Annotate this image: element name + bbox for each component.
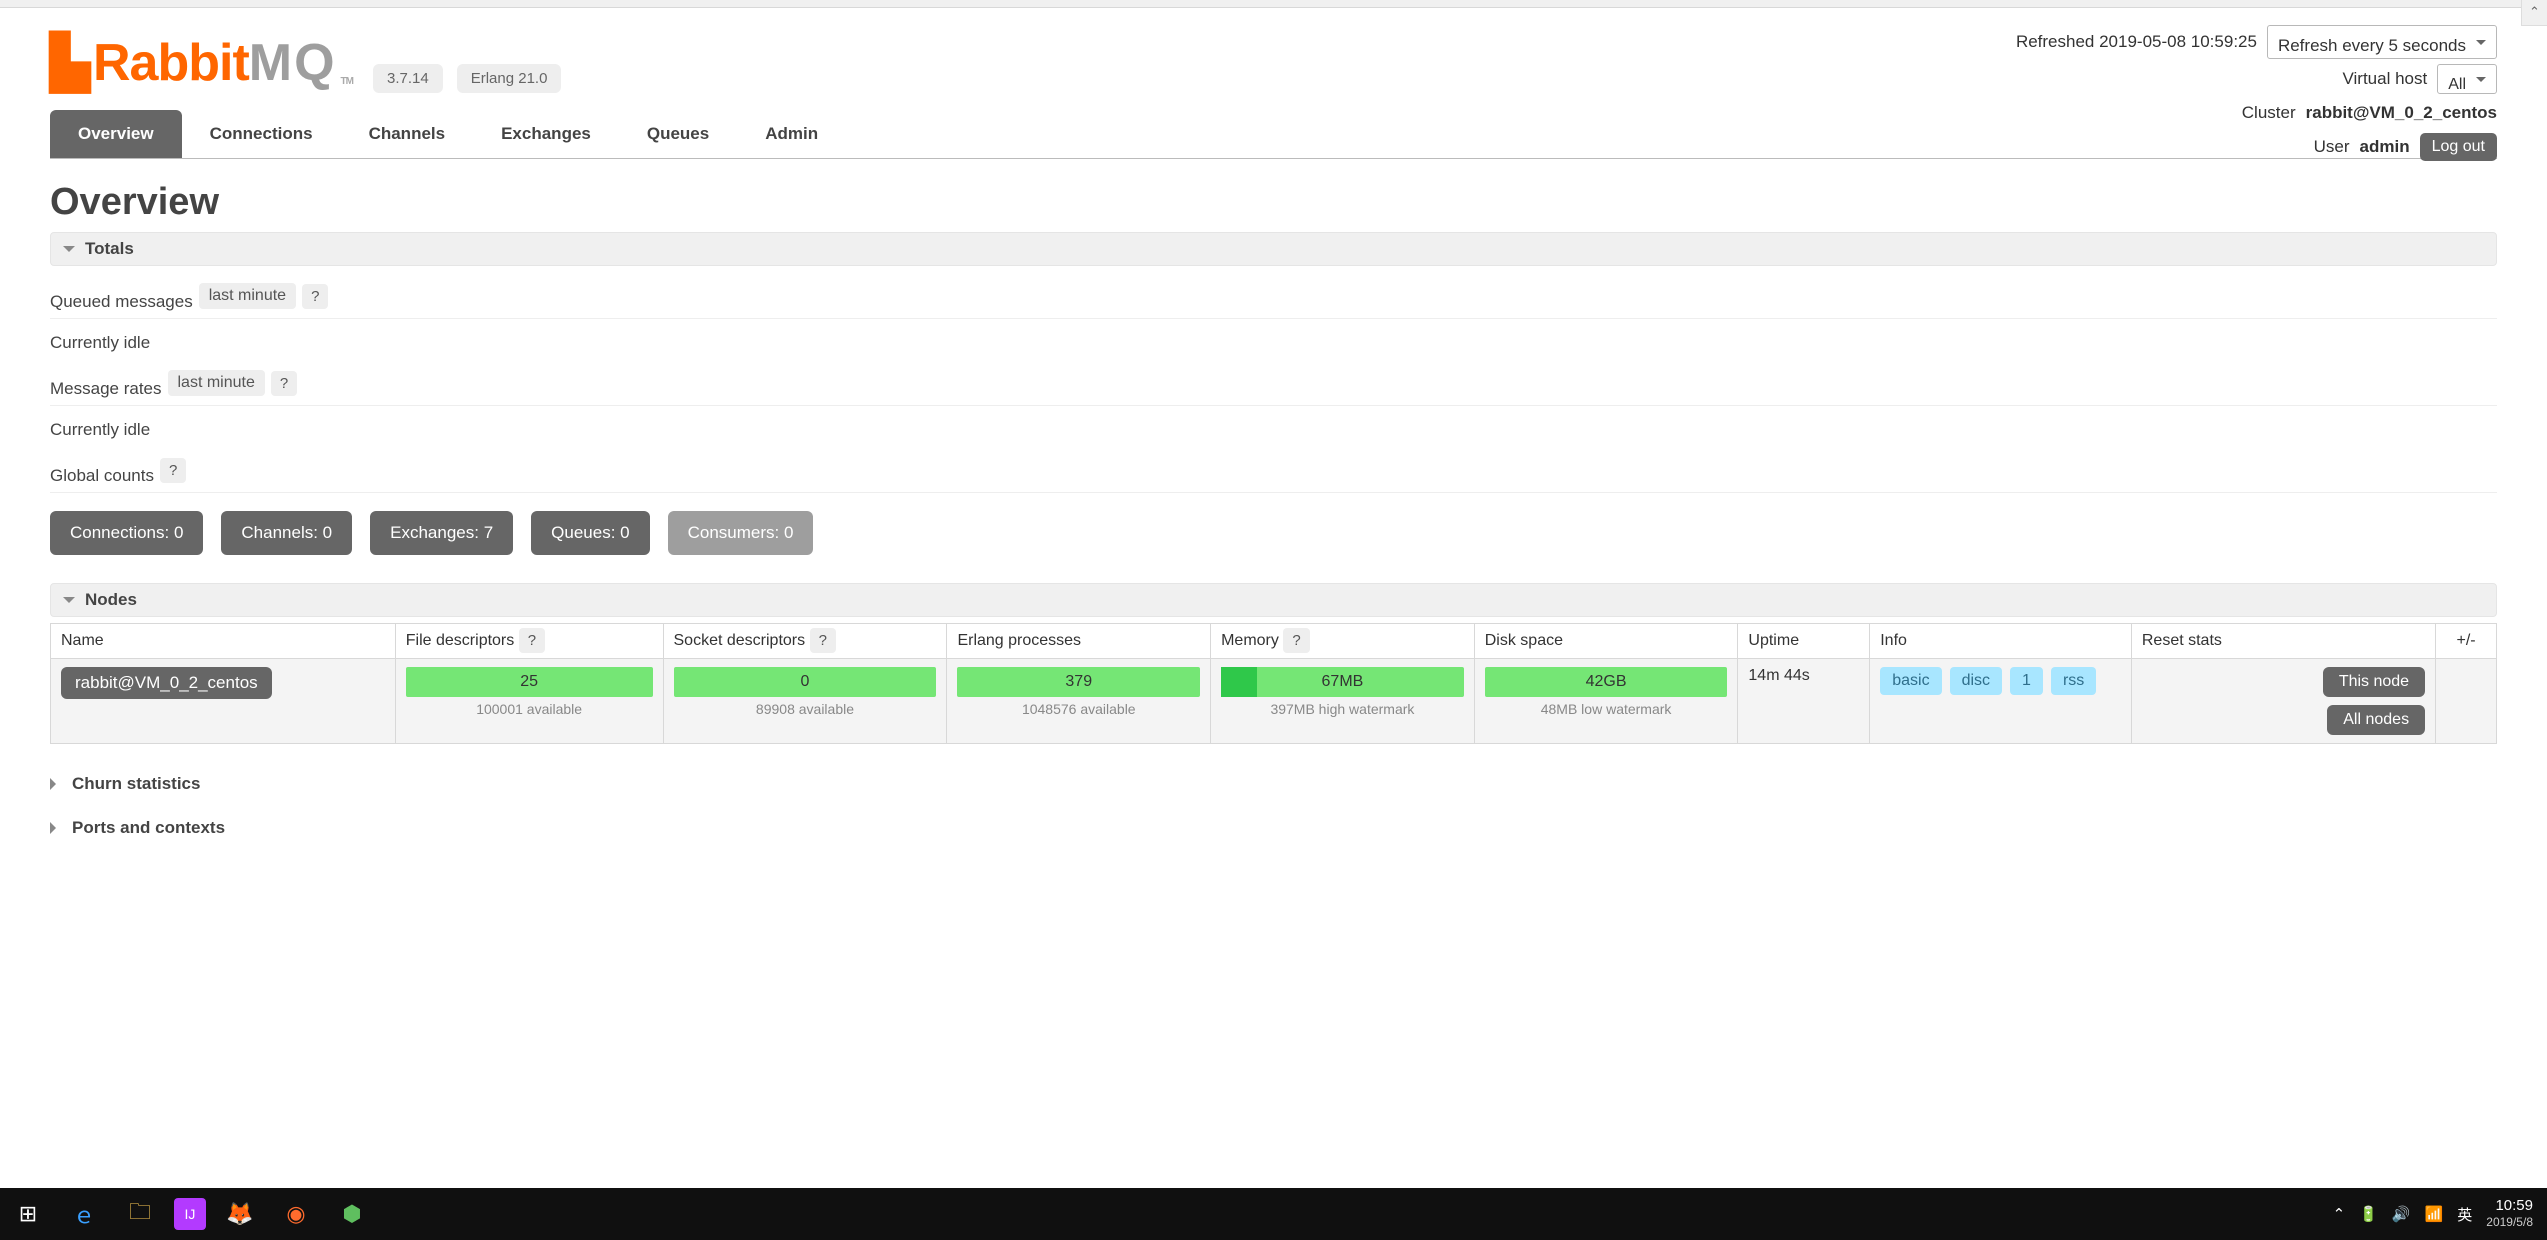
sd-bar: 0 (674, 667, 937, 697)
tab-admin[interactable]: Admin (737, 110, 846, 158)
logout-button[interactable]: Log out (2420, 133, 2497, 161)
version-erlang: Erlang 21.0 (457, 64, 562, 93)
logo-tm: TM (341, 76, 353, 87)
cluster-name: rabbit@VM_0_2_centos (2306, 97, 2497, 129)
rabbit-logo-icon: ▙ (50, 33, 89, 93)
tray-clock[interactable]: 10:59 2019/5/8 (2486, 1198, 2539, 1230)
chevron-down-icon (63, 246, 75, 258)
ep-bar: 379 (957, 667, 1200, 697)
tray-battery-icon[interactable]: 🔋 (2359, 1205, 2378, 1223)
message-rates-range[interactable]: last minute (168, 370, 265, 396)
th-info[interactable]: Info (1870, 624, 2132, 659)
info-tag-rss[interactable]: rss (2051, 667, 2096, 695)
count-consumers[interactable]: Consumers: 0 (668, 511, 814, 555)
tab-connections[interactable]: Connections (182, 110, 341, 158)
ds-bar: 42GB (1485, 667, 1728, 697)
rabbitmq-logo[interactable]: ▙ RabbitMQ TM (50, 33, 353, 93)
taskbar-app-icon[interactable]: ◉ (274, 1192, 318, 1236)
th-fd[interactable]: File descriptors ? (395, 624, 663, 659)
windows-taskbar: ⊞ ｅ 🗀 IJ 🦊 ◉ ⬢ ⌃ 🔋 🔊 📶 英 10:59 2019/5/8 (0, 1188, 2547, 1240)
count-channels[interactable]: Channels: 0 (221, 511, 352, 555)
cluster-label: Cluster (2242, 97, 2296, 129)
fd-subtext: 100001 available (406, 701, 653, 717)
global-counts-help[interactable]: ? (160, 458, 186, 483)
node-name-link[interactable]: rabbit@VM_0_2_centos (61, 667, 272, 699)
queued-messages-label: Queued messages (50, 292, 193, 312)
vhost-select[interactable]: All (2437, 64, 2497, 94)
section-totals-header[interactable]: Totals (50, 232, 2497, 266)
queued-messages-help[interactable]: ? (302, 284, 328, 309)
logo-text-mq: MQ (249, 33, 337, 93)
count-connections[interactable]: Connections: 0 (50, 511, 203, 555)
th-name[interactable]: Name (51, 624, 396, 659)
tab-overview[interactable]: Overview (50, 110, 182, 158)
user-label: User (2314, 131, 2350, 163)
taskbar-explorer-icon[interactable]: 🗀 (118, 1192, 162, 1236)
global-counts-row: Connections: 0 Channels: 0 Exchanges: 7 … (50, 511, 2497, 555)
section-nodes-header[interactable]: Nodes (50, 583, 2497, 617)
uptime-cell: 14m 44s (1738, 659, 1870, 744)
taskbar-intellij-icon[interactable]: IJ (174, 1198, 206, 1230)
taskbar-edge-icon[interactable]: ｅ (62, 1192, 106, 1236)
message-rates-idle: Currently idle (50, 420, 2497, 440)
queued-messages-range[interactable]: last minute (199, 283, 296, 309)
section-churn-header[interactable]: Churn statistics (50, 766, 2497, 802)
global-counts-label: Global counts (50, 466, 154, 486)
tab-channels[interactable]: Channels (341, 110, 474, 158)
tray-volume-icon[interactable]: 🔊 (2392, 1205, 2411, 1223)
queued-messages-idle: Currently idle (50, 333, 2497, 353)
refresh-interval-select[interactable]: Refresh every 5 seconds (2267, 25, 2497, 59)
ep-subtext: 1048576 available (957, 701, 1200, 717)
th-reset[interactable]: Reset stats (2131, 624, 2435, 659)
sd-help[interactable]: ? (810, 628, 836, 653)
chevron-down-icon (63, 597, 75, 609)
count-exchanges[interactable]: Exchanges: 7 (370, 511, 513, 555)
user-name: admin (2360, 131, 2410, 163)
tray-ime-indicator[interactable]: 英 (2457, 1204, 2472, 1225)
fd-help[interactable]: ? (519, 628, 545, 653)
reset-all-nodes-button[interactable]: All nodes (2327, 705, 2425, 735)
info-tag-1[interactable]: 1 (2010, 667, 2043, 695)
mem-subtext: 397MB high watermark (1221, 701, 1464, 717)
th-plusminus[interactable]: +/- (2436, 624, 2497, 659)
scrollbar-up-icon[interactable]: ⌃ (2521, 0, 2547, 26)
th-uptime[interactable]: Uptime (1738, 624, 1870, 659)
th-mem[interactable]: Memory ? (1211, 624, 1475, 659)
tray-wifi-icon[interactable]: 📶 (2425, 1205, 2444, 1223)
chevron-right-icon (50, 778, 62, 790)
sd-subtext: 89908 available (674, 701, 937, 717)
logo-text-rabbit: Rabbit (93, 33, 249, 93)
tab-queues[interactable]: Queues (619, 110, 737, 158)
section-ports-header[interactable]: Ports and contexts (50, 810, 2497, 846)
message-rates-label: Message rates (50, 379, 162, 399)
table-row: rabbit@VM_0_2_centos 25 100001 available… (51, 659, 2497, 744)
tab-exchanges[interactable]: Exchanges (473, 110, 619, 158)
ds-subtext: 48MB low watermark (1485, 701, 1728, 717)
th-sd[interactable]: Socket descriptors ? (663, 624, 947, 659)
taskbar-app2-icon[interactable]: ⬢ (330, 1192, 374, 1236)
reset-this-node-button[interactable]: This node (2323, 667, 2425, 697)
info-tag-disc[interactable]: disc (1950, 667, 2002, 695)
start-button[interactable]: ⊞ (6, 1192, 50, 1236)
mem-bar: 67MB (1221, 667, 1464, 697)
refreshed-label: Refreshed 2019-05-08 10:59:25 (2016, 26, 2257, 58)
vhost-label: Virtual host (2342, 63, 2427, 95)
th-ep[interactable]: Erlang processes (947, 624, 1211, 659)
info-tag-basic[interactable]: basic (1880, 667, 1941, 695)
version-rabbitmq: 3.7.14 (373, 64, 443, 93)
tray-chevron-up-icon[interactable]: ⌃ (2333, 1205, 2346, 1223)
nodes-table: Name File descriptors ? Socket descripto… (50, 623, 2497, 744)
taskbar-firefox-icon[interactable]: 🦊 (218, 1192, 262, 1236)
message-rates-help[interactable]: ? (271, 371, 297, 396)
chevron-right-icon (50, 822, 62, 834)
mem-help[interactable]: ? (1283, 628, 1309, 653)
count-queues[interactable]: Queues: 0 (531, 511, 649, 555)
page-title: Overview (50, 181, 2497, 224)
fd-bar: 25 (406, 667, 653, 697)
th-ds[interactable]: Disk space (1474, 624, 1738, 659)
